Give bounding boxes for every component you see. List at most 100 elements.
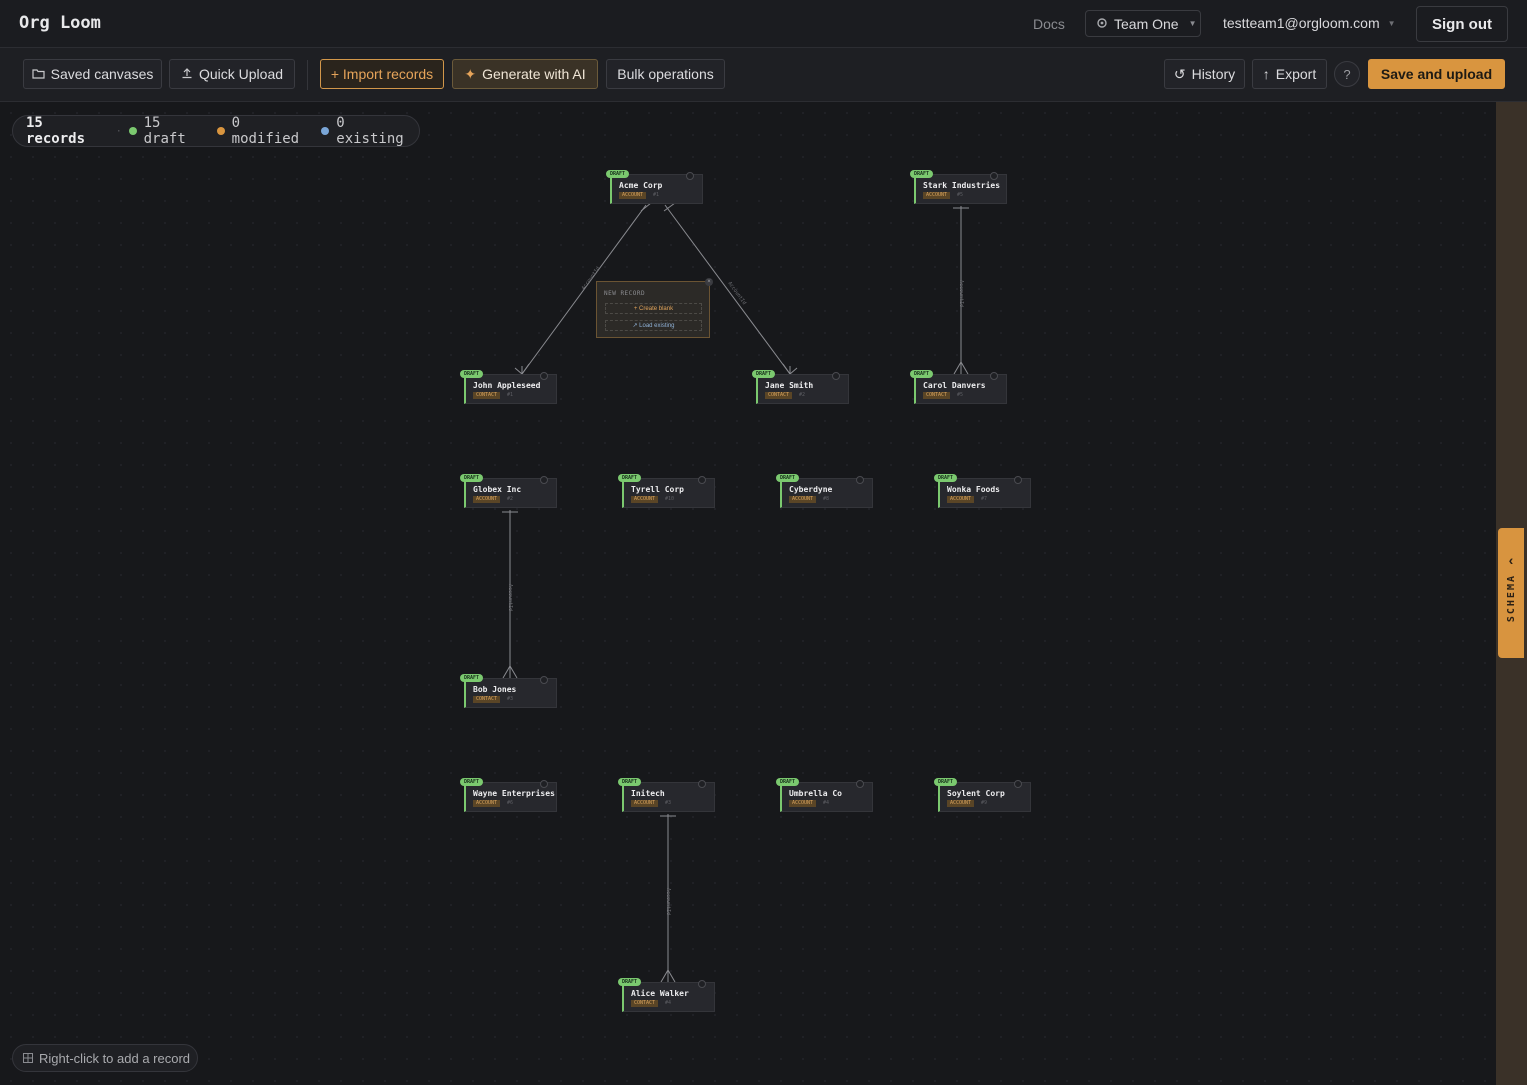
folder-icon xyxy=(32,66,45,82)
save-upload-button[interactable]: Save and upload xyxy=(1368,59,1505,89)
record-name: Cyberdyne xyxy=(789,485,833,494)
record-node[interactable]: DRAFT Carol Danvers CONTACT #5 xyxy=(910,370,1007,404)
record-node[interactable]: DRAFT Bob Jones CONTACT #3 xyxy=(460,674,557,708)
node-menu-icon[interactable] xyxy=(540,676,548,684)
chevron-down-icon: ▼ xyxy=(1387,18,1396,28)
saved-canvases-button[interactable]: Saved canvases xyxy=(23,59,162,89)
existing-count: 0 existing xyxy=(336,115,404,147)
record-name: Acme Corp xyxy=(619,181,663,190)
schema-toggle[interactable]: ‹ SCHEMA xyxy=(1498,528,1524,658)
gear-icon xyxy=(1096,16,1108,32)
import-records-button[interactable]: + Import records xyxy=(320,59,444,89)
record-name: Wonka Foods xyxy=(947,485,1000,494)
node-menu-icon[interactable] xyxy=(856,780,864,788)
node-menu-icon[interactable] xyxy=(1014,476,1022,484)
sign-out-button[interactable]: Sign out xyxy=(1416,6,1508,42)
node-menu-icon[interactable] xyxy=(698,980,706,988)
quick-upload-button[interactable]: Quick Upload xyxy=(169,59,295,89)
user-menu[interactable]: testteam1@orgloom.com ▼ xyxy=(1223,15,1396,31)
export-label: Export xyxy=(1275,66,1317,82)
load-existing-button[interactable]: ↗ Load existing xyxy=(605,320,702,331)
close-icon[interactable]: × xyxy=(705,278,713,286)
records-summary: 15 records · 15 draft 0 modified 0 exist… xyxy=(12,115,420,147)
record-id: #3 xyxy=(507,696,514,702)
history-button[interactable]: ↺ History xyxy=(1164,59,1245,89)
record-id: #5 xyxy=(957,392,964,398)
record-type: ACCOUNT xyxy=(473,496,501,503)
record-id: #2 xyxy=(799,392,806,398)
chevron-down-icon: ▼ xyxy=(1188,19,1197,28)
record-type: CONTACT xyxy=(473,696,501,703)
record-type: ACCOUNT xyxy=(789,800,817,807)
quick-upload-label: Quick Upload xyxy=(198,66,284,82)
generate-ai-button[interactable]: ✦ Generate with AI xyxy=(452,59,598,89)
docs-link[interactable]: Docs xyxy=(1033,16,1065,32)
record-node[interactable]: DRAFT Acme Corp ACCOUNT #1 xyxy=(606,170,703,204)
record-name: Initech xyxy=(631,789,665,798)
grid-icon xyxy=(23,1051,33,1066)
record-node[interactable]: DRAFT Alice Walker CONTACT #4 xyxy=(618,978,715,1012)
record-id: #8 xyxy=(823,496,830,502)
node-menu-icon[interactable] xyxy=(540,476,548,484)
record-node[interactable]: DRAFT Initech ACCOUNT #3 xyxy=(618,778,715,812)
node-menu-icon[interactable] xyxy=(832,372,840,380)
app-title[interactable]: Org Loom xyxy=(19,13,101,33)
record-id: #10 xyxy=(665,496,675,502)
record-name: Jane Smith xyxy=(765,381,814,390)
node-menu-icon[interactable] xyxy=(990,372,998,380)
draft-badge: DRAFT xyxy=(460,370,484,378)
record-type: ACCOUNT xyxy=(619,192,647,199)
sparkle-icon: ✦ xyxy=(464,65,477,82)
record-node[interactable]: DRAFT Cyberdyne ACCOUNT #8 xyxy=(776,474,873,508)
draft-badge: DRAFT xyxy=(618,778,642,786)
node-menu-icon[interactable] xyxy=(856,476,864,484)
canvas-hint: Right-click to add a record xyxy=(12,1044,198,1072)
separator-dot: · xyxy=(115,125,122,137)
bulk-operations-button[interactable]: Bulk operations xyxy=(606,59,725,89)
node-menu-icon[interactable] xyxy=(540,372,548,380)
record-node[interactable]: DRAFT Soylent Corp ACCOUNT #9 xyxy=(934,778,1031,812)
record-node[interactable]: DRAFT Jane Smith CONTACT #2 xyxy=(752,370,849,404)
export-button[interactable]: ↑ Export xyxy=(1252,59,1327,89)
node-menu-icon[interactable] xyxy=(990,172,998,180)
record-type: ACCOUNT xyxy=(947,800,975,807)
history-icon: ↺ xyxy=(1173,65,1186,82)
draft-badge: DRAFT xyxy=(752,370,776,378)
records-count: 15 records xyxy=(26,115,86,147)
record-node[interactable]: DRAFT Tyrell Corp ACCOUNT #10 xyxy=(618,474,715,508)
chevron-left-icon: ‹ xyxy=(1508,552,1514,568)
record-node[interactable]: DRAFT Globex Inc ACCOUNT #2 xyxy=(460,474,557,508)
record-name: John Appleseed xyxy=(473,381,541,390)
record-id: #2 xyxy=(507,496,514,502)
draft-badge: DRAFT xyxy=(460,778,484,786)
record-type: ACCOUNT xyxy=(923,192,951,199)
node-menu-icon[interactable] xyxy=(698,476,706,484)
toolbar: Saved canvases Quick Upload + Import rec… xyxy=(0,48,1527,102)
record-type: ACCOUNT xyxy=(631,800,659,807)
draft-badge: DRAFT xyxy=(460,674,484,682)
existing-dot-icon xyxy=(321,127,330,135)
draft-badge: DRAFT xyxy=(460,474,484,482)
record-id: #9 xyxy=(981,800,988,806)
record-node[interactable]: DRAFT Wayne Enterprises ACCOUNT #6 xyxy=(460,778,557,812)
node-menu-icon[interactable] xyxy=(540,780,548,788)
schema-label: SCHEMA xyxy=(1505,574,1517,623)
record-node[interactable]: DRAFT Stark Industries ACCOUNT #5 xyxy=(910,170,1007,204)
node-menu-icon[interactable] xyxy=(698,780,706,788)
record-node[interactable]: DRAFT Umbrella Co ACCOUNT #4 xyxy=(776,778,873,812)
node-menu-icon[interactable] xyxy=(1014,780,1022,788)
record-type: CONTACT xyxy=(631,1000,659,1007)
node-menu-icon[interactable] xyxy=(686,172,694,180)
record-node[interactable]: DRAFT Wonka Foods ACCOUNT #7 xyxy=(934,474,1031,508)
team-selector[interactable]: Team One ▼ xyxy=(1085,10,1201,37)
draft-badge: DRAFT xyxy=(776,778,800,786)
help-button[interactable]: ? xyxy=(1334,61,1360,87)
record-node[interactable]: DRAFT John Appleseed CONTACT #1 xyxy=(460,370,557,404)
canvas[interactable] xyxy=(0,102,1496,1085)
record-name: Wayne Enterprises xyxy=(473,789,555,798)
create-blank-button[interactable]: + Create blank xyxy=(605,303,702,314)
record-id: #3 xyxy=(665,800,672,806)
record-id: #4 xyxy=(823,800,830,806)
draft-badge: DRAFT xyxy=(618,474,642,482)
modified-dot-icon xyxy=(216,127,225,135)
